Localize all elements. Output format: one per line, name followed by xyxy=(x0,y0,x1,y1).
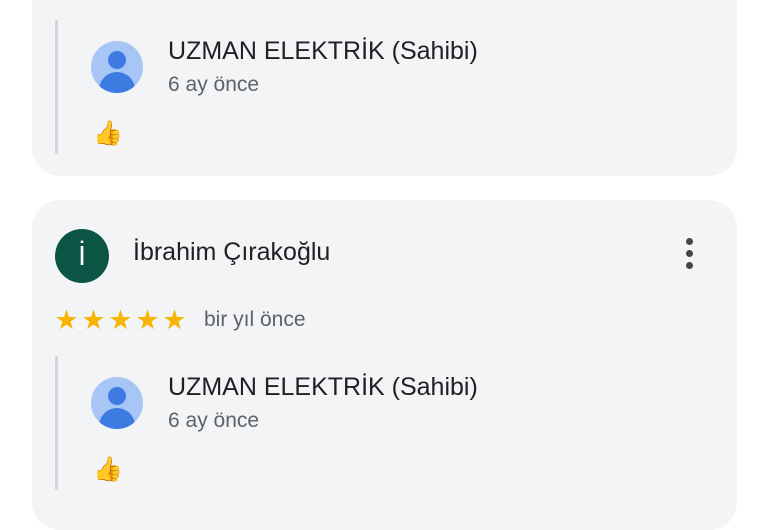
person-icon-head xyxy=(108,387,126,405)
person-icon-body xyxy=(99,72,135,93)
star-icon: ★ xyxy=(108,305,133,335)
owner-name: UZMAN ELEKTRİK (Sahibi) xyxy=(168,373,478,401)
thumbs-up-icon[interactable]: 👍 xyxy=(93,120,123,148)
person-icon-body xyxy=(99,408,135,429)
owner-avatar xyxy=(91,41,143,93)
menu-dot xyxy=(686,250,693,257)
reviewer-name[interactable]: İbrahim Çırakoğlu xyxy=(133,238,330,267)
menu-dot xyxy=(686,262,693,269)
review-card xyxy=(32,0,737,176)
reply-divider xyxy=(55,356,58,490)
star-rating: ★ ★ ★ ★ ★ xyxy=(53,305,188,335)
person-icon-head xyxy=(108,51,126,69)
star-icon: ★ xyxy=(54,305,79,335)
more-vert-icon[interactable] xyxy=(678,236,702,272)
user-avatar[interactable]: İ xyxy=(55,229,109,283)
star-icon: ★ xyxy=(162,305,187,335)
reply-time: 6 ay önce xyxy=(168,73,260,96)
reply-time: 6 ay önce xyxy=(168,409,260,432)
owner-name: UZMAN ELEKTRİK (Sahibi) xyxy=(168,37,478,65)
owner-avatar xyxy=(91,377,143,429)
thumbs-up-icon[interactable]: 👍 xyxy=(93,456,123,484)
star-icon: ★ xyxy=(135,305,160,335)
star-icon: ★ xyxy=(81,305,106,335)
menu-dot xyxy=(686,238,693,245)
reply-divider xyxy=(55,20,58,154)
review-time: bir yıl önce xyxy=(204,308,306,331)
